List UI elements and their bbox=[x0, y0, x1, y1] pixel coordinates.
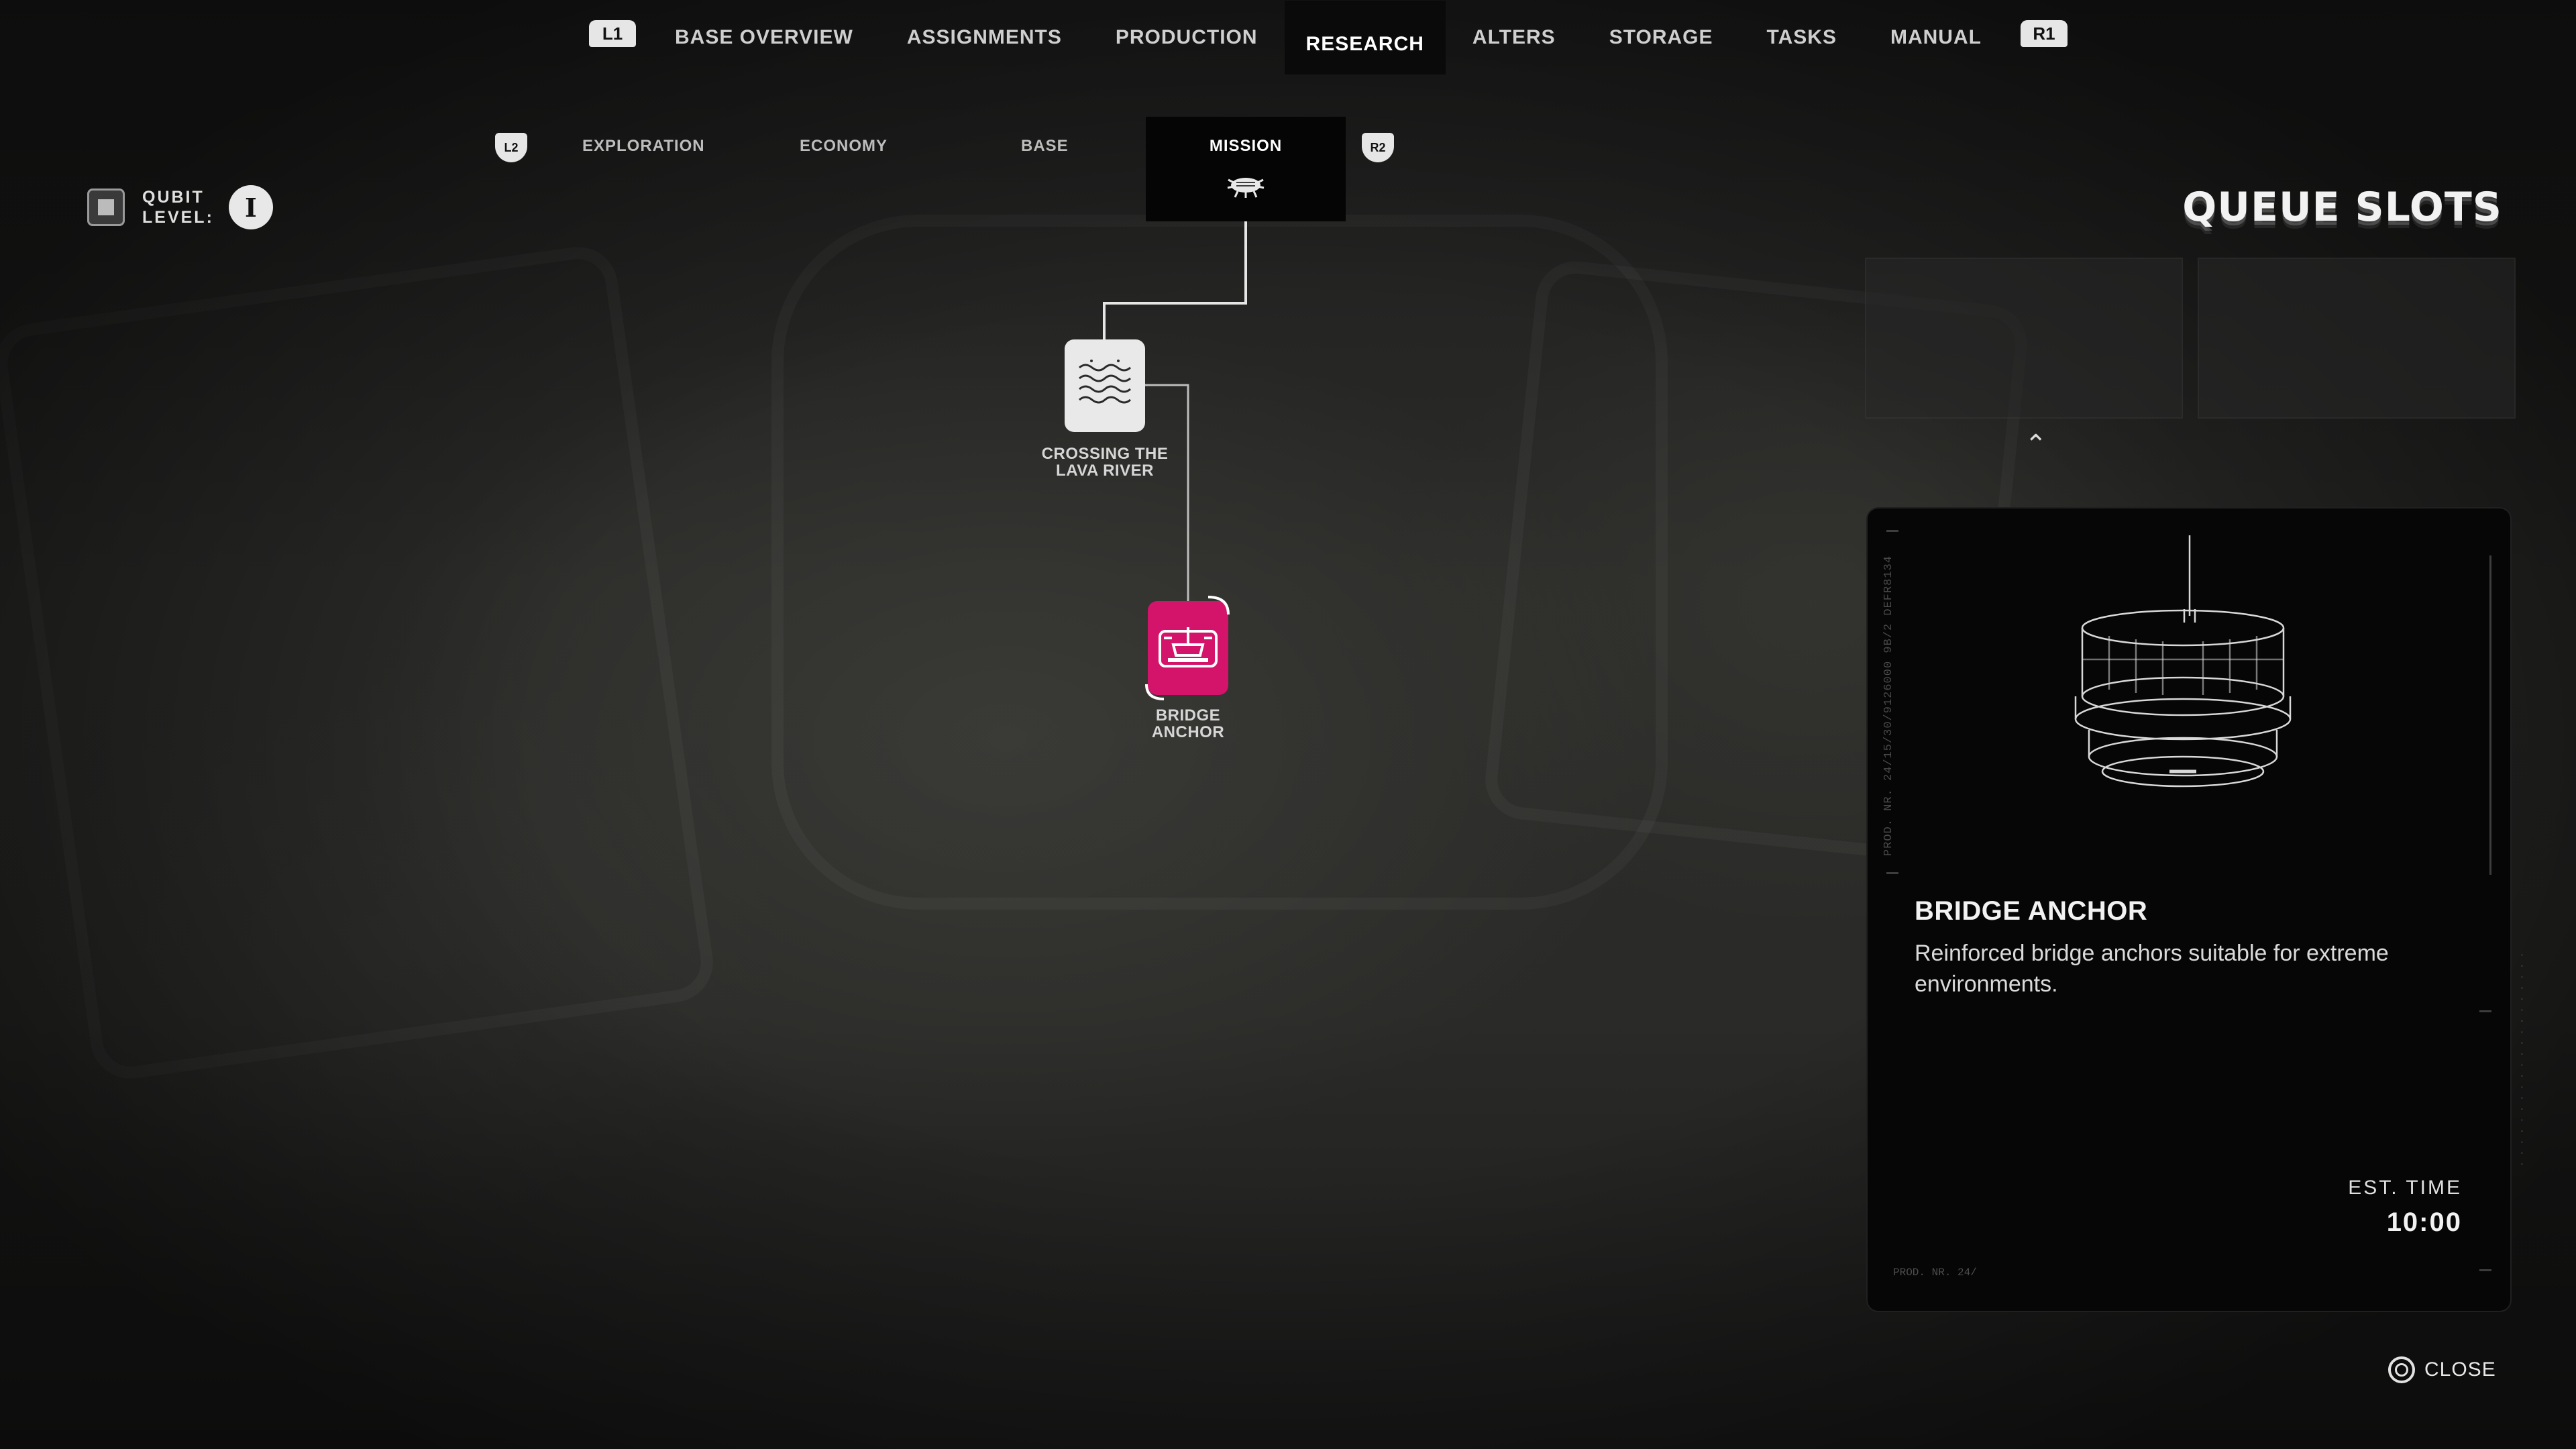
queue-slot-1[interactable] bbox=[1865, 258, 2183, 419]
close-button[interactable]: CLOSE bbox=[2388, 1356, 2496, 1383]
node-label: BRIDGE ANCHOR bbox=[1151, 706, 1225, 741]
node-label: CROSSING THE LAVA RIVER bbox=[1041, 445, 1169, 480]
est-time-label: EST. TIME bbox=[2348, 1177, 2462, 1199]
lava-waves-icon bbox=[1079, 360, 1131, 404]
selection-corners bbox=[1145, 596, 1230, 700]
circle-button-icon bbox=[2388, 1356, 2415, 1383]
chevron-up-icon[interactable]: ⌃ bbox=[2025, 429, 2047, 460]
panel-tick bbox=[1886, 530, 1898, 532]
queue-slots-title: QUEUE SLOTS bbox=[2182, 184, 2502, 231]
node-card bbox=[1065, 339, 1145, 432]
close-label: CLOSE bbox=[2424, 1358, 2496, 1381]
panel-tick bbox=[2489, 555, 2491, 875]
panel-tick bbox=[1886, 872, 1898, 874]
panel-tick bbox=[2479, 1269, 2491, 1271]
detail-description: Reinforced bridge anchors suitable for e… bbox=[1915, 941, 2389, 997]
prod-number: PROD. NR. 24/ bbox=[1893, 1267, 1977, 1279]
panel-side-text: PROD. NR. 24/15/30/9126000 9B/2 DEFR8134 bbox=[1882, 555, 1895, 857]
research-detail-panel: PROD. NR. 24/15/30/9126000 9B/2 DEFR8134… bbox=[1868, 508, 2510, 1311]
bridge-anchor-wireframe bbox=[2074, 535, 2292, 788]
edge-decoration: · · · · · · · · · · · · · · · · · · · · bbox=[2517, 953, 2526, 1167]
est-time-value: 10:00 bbox=[2386, 1208, 2462, 1237]
research-node-bridge-anchor[interactable]: BRIDGE ANCHOR bbox=[1145, 596, 1230, 741]
detail-title: BRIDGE ANCHOR bbox=[1915, 896, 2148, 926]
panel-tick bbox=[2479, 1010, 2491, 1012]
queue-slot-2[interactable] bbox=[2198, 258, 2516, 419]
research-node-crossing-the-lava-river[interactable]: CROSSING THE LAVA RIVER bbox=[1042, 339, 1168, 479]
